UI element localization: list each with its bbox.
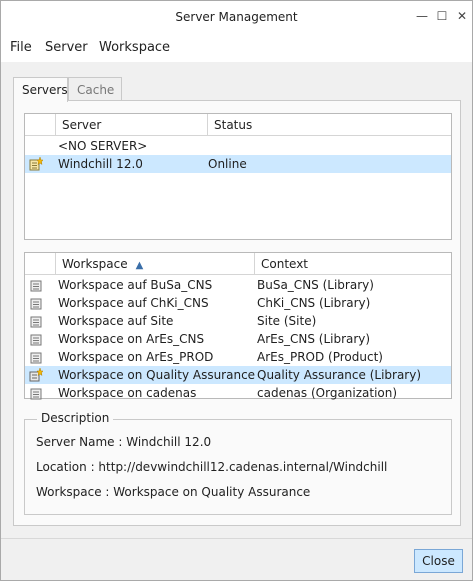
description-group: Description Server Name : Windchill 12.0… — [24, 411, 452, 515]
workspace-name-cell: Workspace auf BuSa_CNS — [58, 278, 213, 292]
workspace-name-cell: Workspace auf Site — [58, 314, 174, 328]
window-title: Server Management — [175, 10, 298, 24]
workspace-icon — [30, 334, 42, 346]
workspace-context-cell: cadenas (Organization) — [257, 386, 398, 400]
workspace-name-cell: Workspace on cadenas — [58, 386, 197, 400]
server-table: Server Status <NO SERVER> Windchill 12.0… — [24, 113, 452, 240]
workspace-context-cell: ChKi_CNS (Library) — [257, 296, 371, 310]
workspace-name-cell: Workspace auf ChKi_CNS — [58, 296, 209, 310]
column-header-server[interactable]: Server — [55, 114, 207, 136]
workspace-context-cell: BuSa_CNS (Library) — [257, 278, 374, 292]
workspace-active-icon — [29, 368, 43, 382]
menu-bar: File Server Workspace — [1, 32, 472, 62]
column-header-status[interactable]: Status — [207, 114, 451, 136]
workspace-row[interactable]: Workspace on ArEs_PROD ArEs_PROD (Product… — [25, 348, 451, 366]
column-header-workspace[interactable]: Workspace ▲ — [55, 253, 254, 275]
workspace-row[interactable]: Workspace on cadenas cadenas (Organizatio… — [25, 384, 451, 402]
server-row-windchill[interactable]: Windchill 12.0 Online — [25, 155, 451, 173]
close-button[interactable]: Close — [414, 549, 463, 573]
workspace-context-cell: ArEs_PROD (Product) — [257, 350, 383, 364]
column-header-workspace-label: Workspace — [62, 257, 128, 271]
tab-servers[interactable]: Servers — [13, 77, 68, 102]
workspace-row[interactable]: Workspace on ArEs_CNS ArEs_CNS (Library) — [25, 330, 451, 348]
description-workspace: Workspace : Workspace on Quality Assuran… — [36, 485, 311, 499]
description-location: Location : http://devwindchill12.cadenas… — [36, 460, 388, 474]
workspace-row[interactable]: Workspace auf ChKi_CNS ChKi_CNS (Library) — [25, 294, 451, 312]
tab-cache[interactable]: Cache — [68, 77, 122, 101]
server-table-header: Server Status — [25, 114, 451, 136]
server-name-cell: Windchill 12.0 — [58, 157, 143, 171]
sort-ascending-icon: ▲ — [135, 260, 144, 271]
workspace-row[interactable]: Workspace on Quality Assurance Quality As… — [25, 366, 451, 384]
workspace-icon — [30, 298, 42, 310]
workspace-icon — [30, 280, 42, 292]
workspace-context-cell: Quality Assurance (Library) — [257, 368, 422, 382]
workspace-row[interactable]: Workspace auf Site Site (Site) — [25, 312, 451, 330]
servers-tab-panel: Server Status <NO SERVER> Windchill 12.0… — [13, 100, 461, 526]
server-star-icon — [29, 157, 43, 171]
description-legend: Description — [37, 411, 114, 425]
server-management-window: Server Management — ☐ ✕ File Server Work… — [0, 0, 473, 581]
workspace-table: Workspace ▲ Context Workspace auf BuSa_CN… — [24, 252, 452, 402]
menu-workspace[interactable]: Workspace — [99, 40, 170, 55]
server-status-cell: Online — [208, 157, 247, 171]
column-header-context[interactable]: Context — [254, 253, 451, 275]
server-name-cell: <NO SERVER> — [58, 139, 148, 153]
title-bar: Server Management — ☐ ✕ — [1, 1, 472, 32]
workspace-name-cell: Workspace on ArEs_PROD — [58, 350, 214, 364]
menu-server[interactable]: Server — [45, 40, 88, 55]
workspace-context-cell: Site (Site) — [257, 314, 317, 328]
menu-file[interactable]: File — [10, 40, 32, 55]
server-row-no-server[interactable]: <NO SERVER> — [25, 137, 451, 155]
workspace-row[interactable]: Workspace auf BuSa_CNS BuSa_CNS (Library) — [25, 276, 451, 294]
workspace-icon — [30, 388, 42, 400]
workspace-context-cell: ArEs_CNS (Library) — [257, 332, 371, 346]
workspace-name-cell: Workspace on Quality Assurance — [58, 368, 256, 382]
workspace-icon — [30, 316, 42, 328]
minimize-icon[interactable]: — — [413, 7, 431, 25]
description-server-name: Server Name : Windchill 12.0 — [36, 435, 212, 449]
footer-divider — [1, 538, 472, 539]
workspace-table-header: Workspace ▲ Context — [25, 253, 451, 275]
maximize-icon[interactable]: ☐ — [433, 7, 451, 25]
workspace-name-cell: Workspace on ArEs_CNS — [58, 332, 205, 346]
close-icon[interactable]: ✕ — [453, 7, 471, 25]
workspace-icon — [30, 352, 42, 364]
